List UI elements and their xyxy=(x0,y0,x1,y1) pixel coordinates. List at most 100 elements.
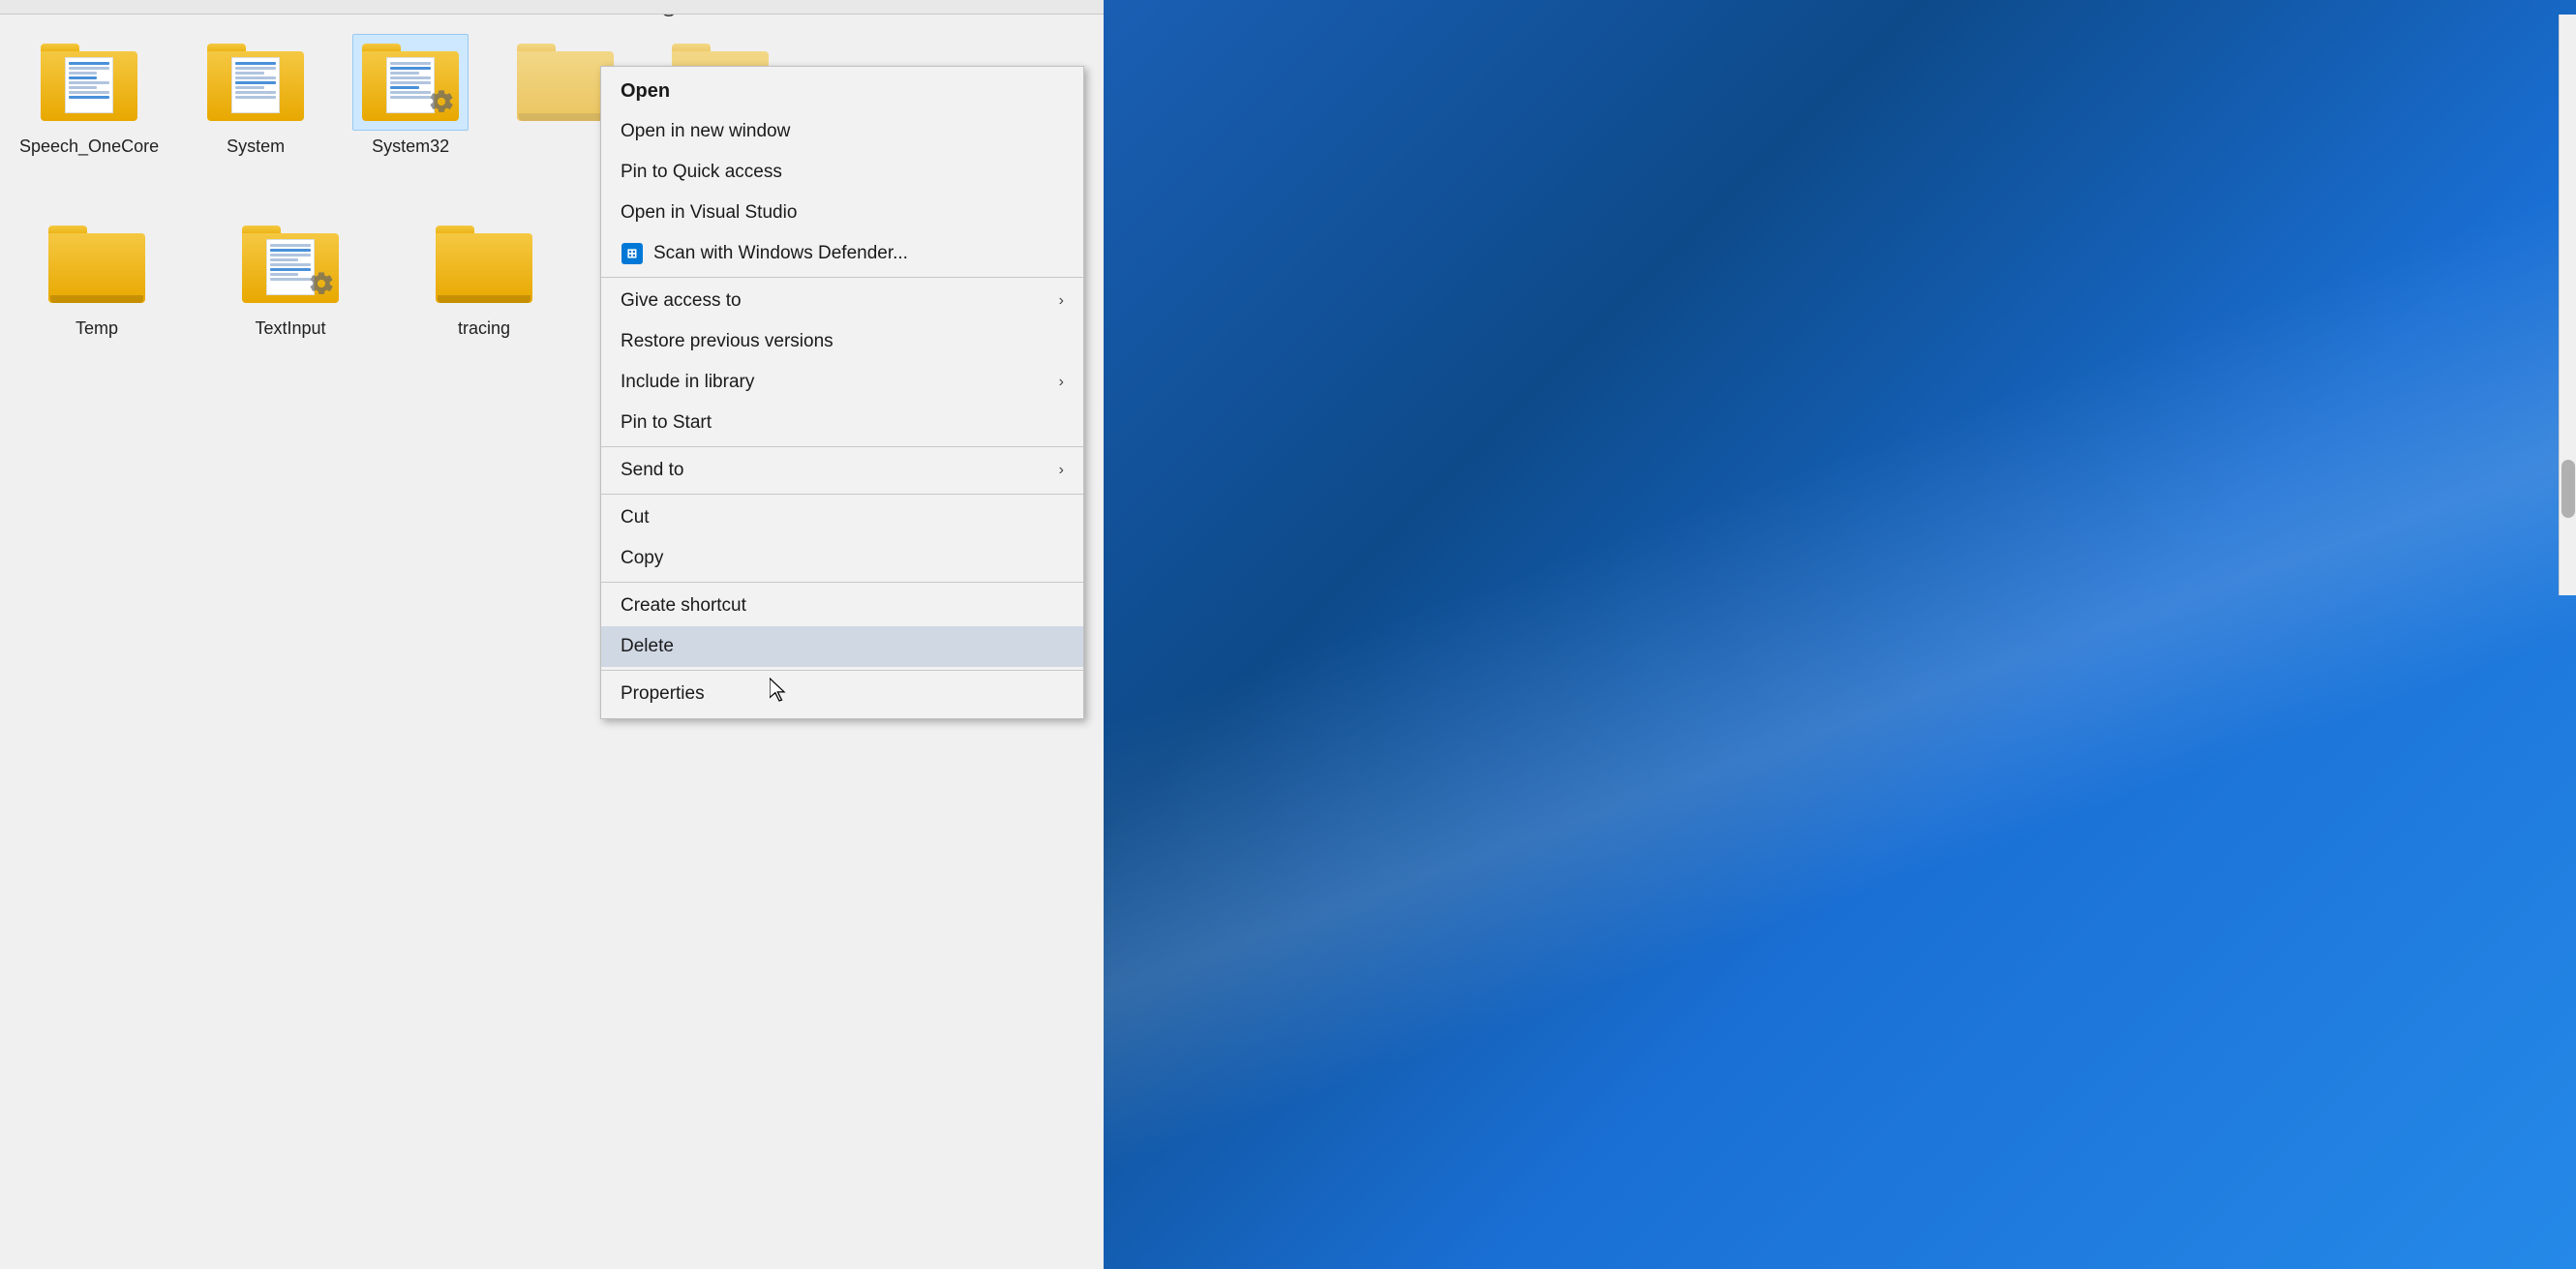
folder-icon-tracing xyxy=(436,226,532,303)
context-menu-separator-5 xyxy=(601,670,1083,671)
doc-line xyxy=(235,72,263,75)
doc-line xyxy=(270,273,298,276)
context-menu-label-open-visual-studio: Open in Visual Studio xyxy=(621,202,1064,224)
doc-line xyxy=(69,67,109,70)
folder-icon-wrap-selected xyxy=(352,34,469,131)
folder-item-speech-onecore[interactable]: Speech_OneCore xyxy=(19,34,159,158)
doc-line xyxy=(390,81,431,84)
folder-shadow xyxy=(519,113,612,121)
context-menu-separator-1 xyxy=(601,277,1083,278)
context-menu: Open Open in new window Pin to Quick acc… xyxy=(600,66,1084,719)
context-menu-label-include-library: Include in library xyxy=(621,372,1051,393)
context-menu-item-send-to[interactable]: Send to › xyxy=(601,450,1083,491)
desktop-ray xyxy=(1104,0,2576,1269)
context-menu-separator-3 xyxy=(601,494,1083,495)
doc-line xyxy=(270,278,311,281)
context-menu-label-restore-versions: Restore previous versions xyxy=(621,331,1064,352)
folder-label-textinput: TextInput xyxy=(255,318,325,340)
context-menu-item-restore-versions[interactable]: Restore previous versions xyxy=(601,321,1083,362)
folder-label-temp: Temp xyxy=(76,318,118,340)
doc-line xyxy=(390,76,431,79)
doc-line xyxy=(235,96,276,99)
context-menu-label-delete: Delete xyxy=(621,636,1064,657)
context-menu-item-create-shortcut[interactable]: Create shortcut xyxy=(601,586,1083,626)
doc-line xyxy=(270,263,311,266)
folder-row-2: Temp xyxy=(19,216,600,340)
doc-line xyxy=(69,96,109,99)
context-menu-item-cut[interactable]: Cut xyxy=(601,498,1083,538)
folder-shadow xyxy=(438,295,530,303)
context-menu-separator-4 xyxy=(601,582,1083,583)
context-menu-item-include-library[interactable]: Include in library › xyxy=(601,362,1083,403)
folder-icon-speech-onecore xyxy=(41,44,137,121)
context-menu-label-open-new-window: Open in new window xyxy=(621,121,1064,142)
doc-line xyxy=(235,67,276,70)
gear-icon xyxy=(308,270,335,297)
folder-item-system[interactable]: System xyxy=(197,34,314,158)
context-menu-label-pin-start: Pin to Start xyxy=(621,412,1064,434)
folder-label-speech-onecore: Speech_OneCore xyxy=(19,136,159,158)
scrollbar[interactable] xyxy=(2559,15,2576,595)
folder-body xyxy=(41,51,137,121)
folder-item-temp[interactable]: Temp xyxy=(19,216,174,340)
folder-icon-wrap xyxy=(31,34,147,131)
doc-line xyxy=(69,86,97,89)
doc-line xyxy=(69,91,109,94)
context-menu-item-delete[interactable]: Delete xyxy=(601,626,1083,667)
folder-row-1: Speech_OneCore xyxy=(19,34,600,158)
doc-line xyxy=(390,72,418,75)
arrow-icon-include-library: › xyxy=(1059,374,1064,391)
context-menu-item-properties[interactable]: Properties xyxy=(601,674,1083,714)
folder-label-system32: System32 xyxy=(372,136,449,158)
doc-line xyxy=(270,244,311,247)
context-menu-item-open-new-window[interactable]: Open in new window xyxy=(601,111,1083,152)
folder-icon-wrap xyxy=(39,216,155,313)
context-menu-separator-2 xyxy=(601,446,1083,447)
doc-line xyxy=(270,258,298,261)
context-menu-label-send-to: Send to xyxy=(621,460,1051,481)
folder-icon-system xyxy=(207,44,304,121)
folder-icon-wrap xyxy=(197,34,314,131)
folder-icon-wrap xyxy=(426,216,542,313)
doc-line xyxy=(390,86,418,89)
doc-line xyxy=(270,268,311,271)
context-menu-item-pin-start[interactable]: Pin to Start xyxy=(601,403,1083,443)
doc-line xyxy=(69,62,109,65)
arrow-icon-send-to: › xyxy=(1059,462,1064,479)
context-menu-item-give-access[interactable]: Give access to › xyxy=(601,281,1083,321)
context-menu-item-open[interactable]: Open xyxy=(601,71,1083,111)
doc-line xyxy=(270,254,311,257)
doc-line xyxy=(69,76,97,79)
doc-line xyxy=(69,81,109,84)
arrow-icon-give-access: › xyxy=(1059,292,1064,310)
explorer-topbar xyxy=(0,0,1104,15)
folder-body xyxy=(207,51,304,121)
folder-label-tracing: tracing xyxy=(458,318,510,340)
defender-icon: ⊞ xyxy=(621,242,644,265)
folder-item-tracing[interactable]: tracing xyxy=(407,216,561,340)
context-menu-label-open: Open xyxy=(621,80,1064,103)
folder-body xyxy=(436,233,532,303)
doc-line xyxy=(235,62,276,65)
context-menu-label-copy: Copy xyxy=(621,548,1064,569)
folder-grid: Speech_OneCore xyxy=(0,15,620,1269)
context-menu-item-open-visual-studio[interactable]: Open in Visual Studio xyxy=(601,193,1083,233)
scrollbar-thumb[interactable] xyxy=(2561,460,2575,518)
doc-line xyxy=(390,91,431,94)
context-menu-label-create-shortcut: Create shortcut xyxy=(621,595,1064,617)
folder-shadow xyxy=(50,295,143,303)
defender-shield-icon: ⊞ xyxy=(621,243,643,264)
doc-line xyxy=(69,72,97,75)
doc-line xyxy=(390,67,431,70)
folder-item-textinput[interactable]: TextInput xyxy=(213,216,368,340)
folder-icon-system32 xyxy=(362,44,459,121)
doc-line xyxy=(390,96,431,99)
doc-line xyxy=(270,249,311,252)
context-menu-item-copy[interactable]: Copy xyxy=(601,538,1083,579)
doc-line xyxy=(235,86,263,89)
context-menu-label-properties: Properties xyxy=(621,683,1064,705)
context-menu-label-pin-quick-access: Pin to Quick access xyxy=(621,162,1064,183)
context-menu-item-pin-quick-access[interactable]: Pin to Quick access xyxy=(601,152,1083,193)
folder-item-system32[interactable]: System32 xyxy=(352,34,469,158)
context-menu-item-scan-defender[interactable]: ⊞ Scan with Windows Defender... xyxy=(601,233,1083,274)
